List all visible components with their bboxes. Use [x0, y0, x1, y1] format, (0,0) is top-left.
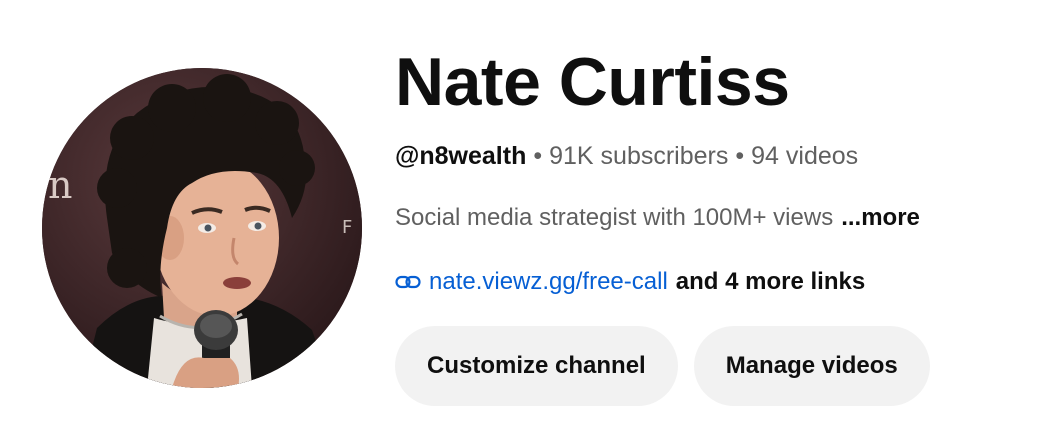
- channel-actions: Customize channel Manage videos: [395, 326, 1045, 406]
- more-links-button[interactable]: and 4 more links: [676, 266, 865, 298]
- meta-separator: •: [533, 142, 543, 170]
- more-button[interactable]: ...more: [841, 204, 920, 231]
- channel-links: nate.viewz.gg/free-call and 4 more links: [395, 266, 1045, 298]
- channel-meta: @n8wealth • 91K subscribers • 94 videos: [395, 140, 1045, 172]
- channel-description[interactable]: Social media strategist with 100M+ views…: [395, 202, 1045, 234]
- channel-avatar[interactable]: n F: [42, 68, 362, 388]
- avatar-photo: n F: [42, 68, 362, 388]
- svg-text:n: n: [48, 163, 72, 207]
- customize-channel-button[interactable]: Customize channel: [395, 326, 678, 406]
- channel-header: n F Nate Curtiss @n8wealth • 91K subscri…: [0, 0, 1056, 436]
- subscriber-count: 91K subscribers: [549, 142, 729, 170]
- video-count: 94 videos: [751, 142, 859, 170]
- description-text: Social media strategist with 100M+ views: [395, 204, 834, 231]
- link-icon: [395, 272, 421, 292]
- channel-link[interactable]: nate.viewz.gg/free-call: [429, 266, 668, 298]
- channel-name: Nate Curtiss: [395, 44, 790, 120]
- channel-handle: @n8wealth: [395, 142, 527, 170]
- svg-text:F: F: [342, 217, 352, 238]
- manage-videos-button[interactable]: Manage videos: [693, 326, 930, 406]
- meta-separator: •: [735, 142, 745, 170]
- channel-info: Nate Curtiss @n8wealth • 91K subscribers • 9…: [395, 36, 1045, 406]
